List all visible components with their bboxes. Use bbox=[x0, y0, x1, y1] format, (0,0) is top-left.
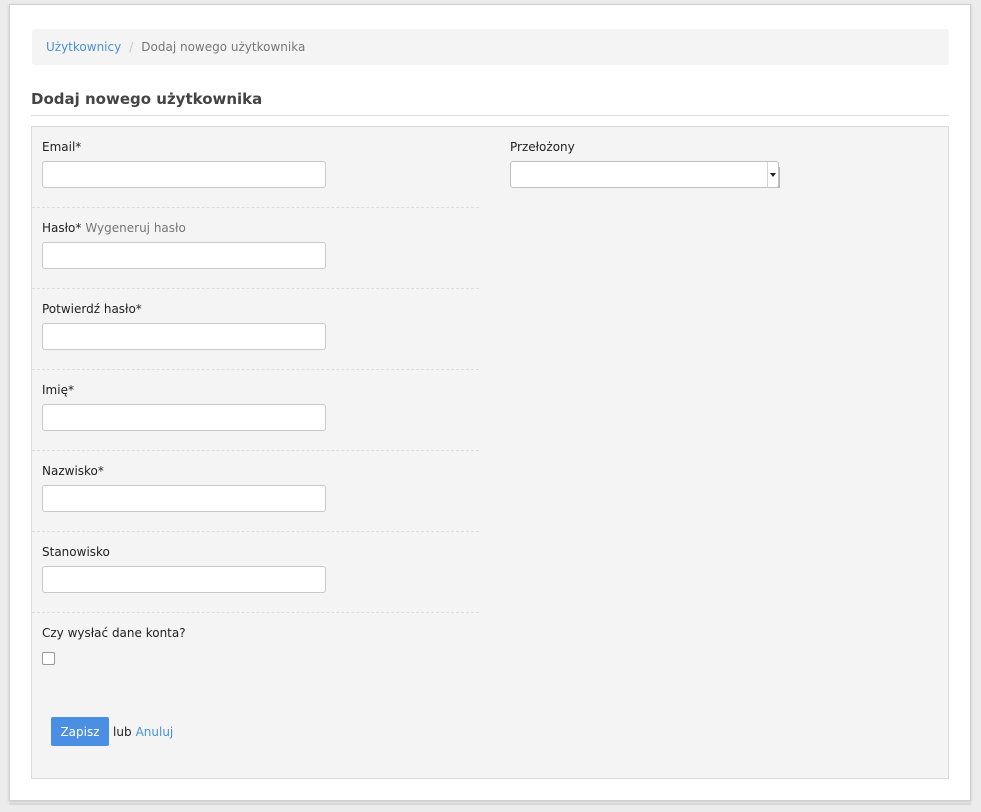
password-label-wrap: Hasło* Wygeneruj hasło bbox=[42, 221, 186, 235]
breadcrumb-separator: / bbox=[129, 40, 134, 54]
position-input[interactable] bbox=[42, 566, 326, 593]
position-field-group: Stanowisko bbox=[32, 532, 479, 613]
breadcrumb-link-users[interactable]: Użytkownicy bbox=[46, 40, 121, 54]
page-title: Dodaj nowego użytkownika bbox=[31, 90, 263, 108]
or-text: lub bbox=[113, 724, 132, 739]
send-account-data-label: Czy wysłać dane konta? bbox=[42, 626, 186, 640]
first-name-field-group: Imię* bbox=[32, 370, 479, 451]
password-label: Hasło* bbox=[42, 221, 82, 235]
user-form: Email* Hasło* Wygeneruj hasło Potwierdź h… bbox=[31, 126, 949, 779]
first-name-input[interactable] bbox=[42, 404, 326, 431]
chevron-down-icon[interactable] bbox=[767, 162, 778, 187]
cancel-link[interactable]: Anuluj bbox=[136, 725, 174, 739]
send-account-data-field-group: Czy wysłać dane konta? bbox=[32, 613, 479, 673]
confirm-password-label: Potwierdź hasło* bbox=[42, 302, 142, 316]
confirm-password-input[interactable] bbox=[42, 323, 326, 350]
password-field-group: Hasło* Wygeneruj hasło bbox=[32, 208, 479, 289]
breadcrumb: Użytkownicy / Dodaj nowego użytkownika bbox=[32, 29, 949, 65]
page-bottom-edge bbox=[9, 803, 971, 805]
send-account-data-checkbox[interactable] bbox=[42, 652, 55, 665]
title-divider bbox=[31, 115, 949, 116]
last-name-label: Nazwisko* bbox=[42, 464, 104, 478]
generate-password-link[interactable]: Wygeneruj hasło bbox=[85, 221, 185, 235]
password-input[interactable] bbox=[42, 242, 326, 269]
confirm-password-field-group: Potwierdź hasło* bbox=[32, 289, 479, 370]
superior-select[interactable] bbox=[510, 161, 779, 188]
position-label: Stanowisko bbox=[42, 545, 110, 559]
last-name-field-group: Nazwisko* bbox=[32, 451, 479, 532]
email-field-group: Email* bbox=[32, 127, 479, 208]
save-button[interactable]: Zapisz bbox=[51, 717, 109, 746]
superior-label: Przełożony bbox=[510, 140, 575, 154]
email-input[interactable] bbox=[42, 161, 326, 188]
breadcrumb-current: Dodaj nowego użytkownika bbox=[141, 40, 306, 54]
page-container: Użytkownicy / Dodaj nowego użytkownika D… bbox=[9, 4, 971, 801]
email-label: Email* bbox=[42, 140, 82, 154]
first-name-label: Imię* bbox=[42, 383, 74, 397]
form-actions: Zapisz lub Anuluj bbox=[51, 717, 173, 746]
last-name-input[interactable] bbox=[42, 485, 326, 512]
